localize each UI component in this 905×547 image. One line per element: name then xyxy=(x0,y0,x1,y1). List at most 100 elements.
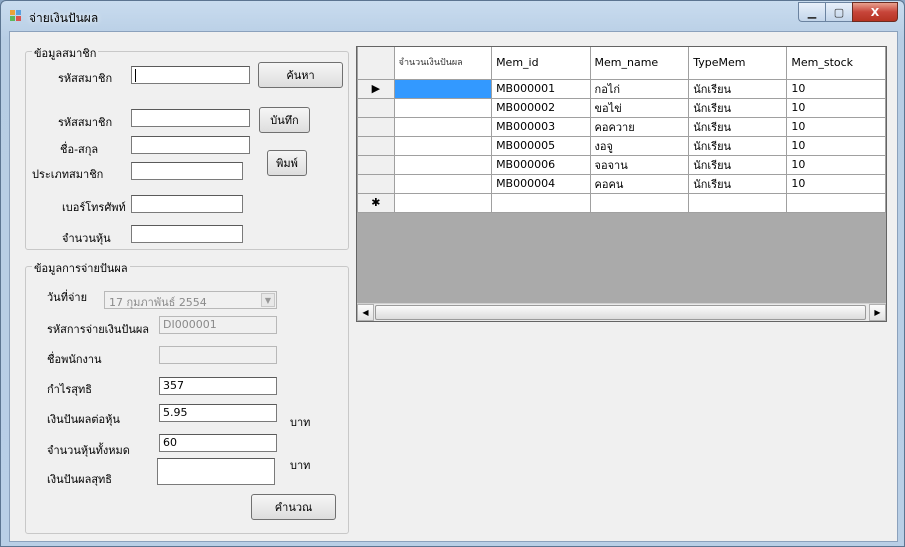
close-button[interactable]: X xyxy=(852,2,898,22)
pay-date-picker[interactable]: 17 กุมภาพันธ์ 2554 ▼ xyxy=(104,291,277,309)
save-button[interactable]: บันทึก xyxy=(259,107,310,133)
employee-name-label: ชื่อพนักงาน xyxy=(47,353,102,366)
row-header[interactable] xyxy=(357,116,395,137)
table-cell[interactable] xyxy=(589,192,690,213)
minimize-button[interactable]: ▁ xyxy=(798,2,825,22)
phone-input[interactable] xyxy=(131,195,243,213)
member-table: จำนวนเงินปันผล Mem_id Mem_name TypeMem M… xyxy=(357,47,886,213)
app-window: จ่ายเงินปันผล ▁ ▢ X ข้อมูลสมาชิก รหัสสมา… xyxy=(0,0,905,547)
search-member-id-label: รหัสสมาชิก xyxy=(58,72,113,85)
app-icon xyxy=(10,10,22,22)
member-name-input[interactable] xyxy=(131,136,250,154)
pay-date-value: 17 กุมภาพันธ์ 2554 xyxy=(109,296,207,309)
table-cell[interactable]: กอไก่ xyxy=(589,78,690,99)
table-cell[interactable]: MB000002 xyxy=(491,97,591,118)
table-cell[interactable] xyxy=(393,116,493,137)
scroll-left-arrow-icon[interactable]: ◀ xyxy=(357,304,374,321)
row-header[interactable] xyxy=(357,135,395,156)
table-cell[interactable] xyxy=(393,135,493,156)
table-cell[interactable] xyxy=(688,192,788,213)
table-cell[interactable]: MB000004 xyxy=(491,173,591,194)
net-profit-label: กำไรสุทธิ xyxy=(47,383,92,396)
table-cell[interactable]: 10 xyxy=(786,116,886,137)
table-row[interactable]: MB000003 คอควาย นักเรียน 10 xyxy=(357,116,886,137)
dividend-per-share-input[interactable]: 5.95 xyxy=(159,404,277,422)
net-dividend-input[interactable] xyxy=(157,458,275,485)
scrollbar-thumb[interactable] xyxy=(375,305,866,320)
row-header[interactable] xyxy=(357,97,395,118)
table-cell[interactable] xyxy=(491,192,591,213)
new-row-indicator-icon[interactable]: ✱ xyxy=(357,192,395,213)
row-header[interactable] xyxy=(357,154,395,175)
search-button[interactable]: ค้นหา xyxy=(258,62,343,88)
table-cell[interactable] xyxy=(393,154,493,175)
phone-label: เบอร์โทรศัพท์ xyxy=(62,201,126,214)
table-row[interactable]: MB000002 ขอไข่ นักเรียน 10 xyxy=(357,97,886,118)
table-row[interactable]: MB000004 คอคน นักเรียน 10 xyxy=(357,173,886,194)
employee-name-input xyxy=(159,346,277,364)
text-caret xyxy=(135,68,136,82)
table-cell[interactable]: 10 xyxy=(786,135,886,156)
table-cell[interactable]: นักเรียน xyxy=(688,116,788,137)
table-cell[interactable] xyxy=(786,192,886,213)
dividend-info-group-title: ข้อมูลการจ่ายปันผล xyxy=(32,259,130,277)
dropdown-arrow-icon[interactable]: ▼ xyxy=(261,293,275,307)
table-cell[interactable]: ขอไข่ xyxy=(589,97,690,118)
print-button[interactable]: พิมพ์ xyxy=(267,150,307,176)
total-shares-input[interactable]: 60 xyxy=(159,434,277,452)
table-cell[interactable]: MB000003 xyxy=(491,116,591,137)
shares-input[interactable] xyxy=(131,225,243,243)
table-header-row: จำนวนเงินปันผล Mem_id Mem_name TypeMem M… xyxy=(357,47,886,80)
table-cell[interactable]: 10 xyxy=(786,78,886,99)
table-cell[interactable]: 10 xyxy=(786,97,886,118)
column-header-dividend-amount[interactable]: จำนวนเงินปันผล xyxy=(393,47,493,80)
member-type-input[interactable] xyxy=(131,162,243,180)
window-title: จ่ายเงินปันผล xyxy=(29,11,99,25)
column-header-mem-stock[interactable]: Mem_stock xyxy=(786,47,886,80)
caption-buttons: ▁ ▢ X xyxy=(798,2,898,22)
table-cell[interactable]: MB000006 xyxy=(491,154,591,175)
table-cell[interactable]: นักเรียน xyxy=(688,97,788,118)
table-new-row[interactable]: ✱ xyxy=(357,192,886,213)
table-cell[interactable] xyxy=(393,192,493,213)
table-row[interactable]: MB000005 งอจู นักเรียน 10 xyxy=(357,135,886,156)
table-cell[interactable]: คอควาย xyxy=(589,116,690,137)
member-type-label: ประเภทสมาชิก xyxy=(32,168,104,181)
member-id-label: รหัสสมาชิก xyxy=(58,116,113,129)
table-cell[interactable]: คอคน xyxy=(589,173,690,194)
row-header[interactable] xyxy=(357,173,395,194)
table-row[interactable]: ▶ MB000001 กอไก่ นักเรียน 10 xyxy=(357,78,886,99)
dividend-per-share-unit: บาท xyxy=(290,416,311,429)
table-cell[interactable]: นักเรียน xyxy=(688,78,788,99)
column-header-type-mem[interactable]: TypeMem xyxy=(688,47,788,80)
member-id-input[interactable] xyxy=(131,109,250,127)
horizontal-scrollbar[interactable]: ◀ ▶ xyxy=(357,303,886,321)
table-cell[interactable]: MB000001 xyxy=(491,78,591,99)
table-cell[interactable]: นักเรียน xyxy=(688,173,788,194)
current-row-indicator-icon[interactable]: ▶ xyxy=(357,78,395,99)
table-cell[interactable]: นักเรียน xyxy=(688,154,788,175)
calculate-button[interactable]: คำนวณ xyxy=(251,494,336,520)
table-cell[interactable] xyxy=(393,97,493,118)
table-cell[interactable]: 10 xyxy=(786,154,886,175)
member-data-grid[interactable]: จำนวนเงินปันผล Mem_id Mem_name TypeMem M… xyxy=(356,46,887,322)
shares-label: จำนวนหุ้น xyxy=(62,232,111,245)
table-cell[interactable] xyxy=(393,78,493,99)
title-bar[interactable]: จ่ายเงินปันผล ▁ ▢ X xyxy=(1,1,904,31)
table-row[interactable]: MB000006 จอจาน นักเรียน 10 xyxy=(357,154,886,175)
net-profit-input[interactable]: 357 xyxy=(159,377,277,395)
column-header-mem-name[interactable]: Mem_name xyxy=(589,47,690,80)
scroll-right-arrow-icon[interactable]: ▶ xyxy=(869,304,886,321)
row-header-corner xyxy=(357,47,395,80)
table-cell[interactable]: 10 xyxy=(786,173,886,194)
table-cell[interactable]: จอจาน xyxy=(589,154,690,175)
table-cell[interactable] xyxy=(393,173,493,194)
table-cell[interactable]: MB000005 xyxy=(491,135,591,156)
member-info-group-title: ข้อมูลสมาชิก xyxy=(32,44,99,62)
maximize-button[interactable]: ▢ xyxy=(825,2,852,22)
search-member-id-input[interactable] xyxy=(131,66,250,84)
table-cell[interactable]: งอจู xyxy=(589,135,690,156)
table-cell[interactable]: นักเรียน xyxy=(688,135,788,156)
payment-id-label: รหัสการจ่ายเงินปันผล xyxy=(47,323,150,336)
column-header-mem-id[interactable]: Mem_id xyxy=(491,47,591,80)
